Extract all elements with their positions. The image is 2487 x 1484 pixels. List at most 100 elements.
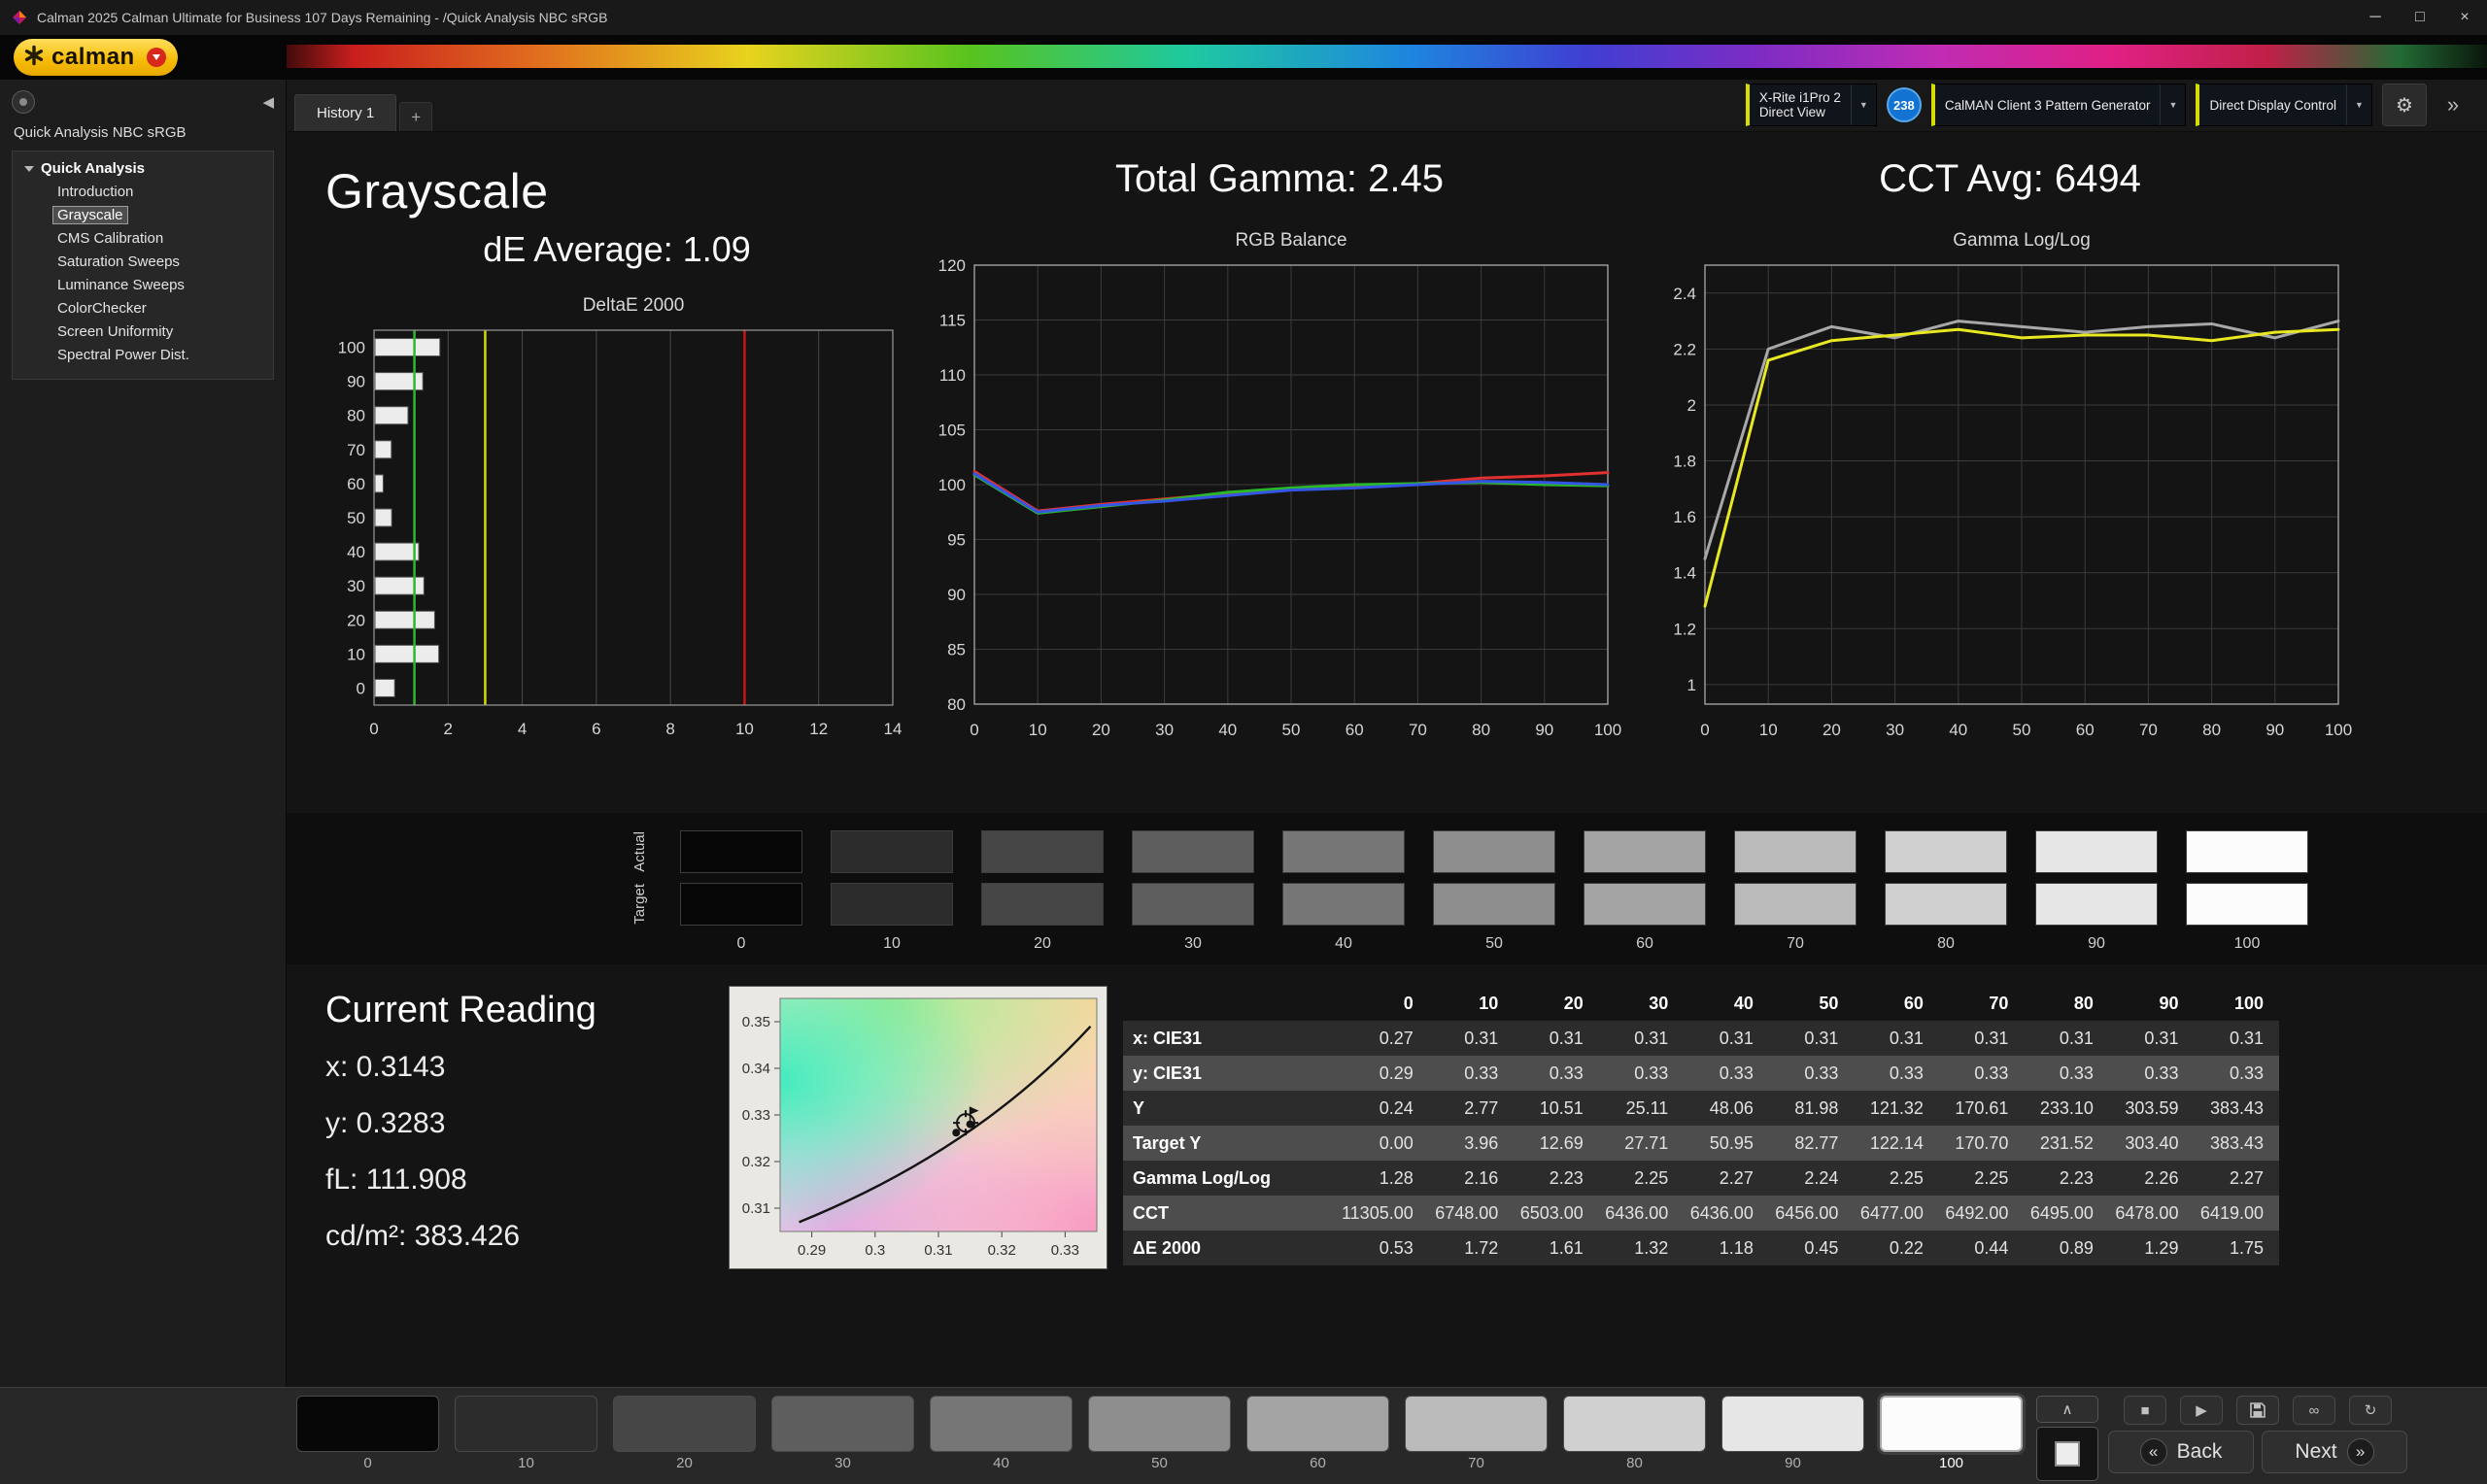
sidebar-item-luminance-sweeps[interactable]: Luminance Sweeps [17,274,269,297]
actual-swatch-10 [831,830,953,873]
chevron-down-icon[interactable]: ▼ [1851,84,1876,125]
swatch-level-label: 60 [1584,935,1706,953]
actual-swatch-50 [1433,830,1555,873]
table-value-cell: 6495.00 [2024,1196,2109,1231]
continuous-measure-button[interactable]: ∞ [2293,1396,2335,1425]
axis-tick-label: 60 [347,475,365,493]
target-swatch-40 [1282,883,1405,926]
reading-row: Current Reading x: 0.3143 y: 0.3283 fL: … [287,978,2487,1276]
pattern-patch-swatch [930,1396,1073,1452]
pattern-patch-20[interactable]: 20 [613,1396,756,1471]
swatch-level-label: 20 [981,935,1104,953]
play-button[interactable]: ▶ [2180,1396,2223,1425]
table-value-cell: 3.96 [1429,1126,1515,1161]
table-value-cell: 25.11 [1599,1091,1685,1126]
target-swatch-50 [1433,883,1555,926]
axis-tick-label: 1 [1687,676,1696,694]
table-value-cell: 303.40 [2109,1126,2195,1161]
logo-dropdown-icon[interactable] [147,48,166,67]
pattern-patch-0[interactable]: 0 [296,1396,439,1471]
sidebar-item-spectral-power-dist-[interactable]: Spectral Power Dist. [17,344,269,367]
minimize-button[interactable]: ─ [2353,0,2398,35]
settings-gear-button[interactable]: ⚙ [2382,84,2427,126]
table-value-cell: 10.51 [1514,1091,1599,1126]
back-button[interactable]: « Back [2108,1431,2254,1473]
pattern-patch-40[interactable]: 40 [930,1396,1073,1471]
add-tab-button[interactable]: + [399,102,432,131]
pattern-patch-50[interactable]: 50 [1088,1396,1231,1471]
display-control-name: Direct Display Control [2209,98,2336,113]
axis-tick-label: 0.35 [742,1014,770,1030]
axis-tick-label: 20 [1092,721,1110,739]
axis-tick-label: 2 [444,720,453,738]
table-value-cell: 1.72 [1429,1231,1515,1265]
target-swatch-60 [1584,883,1706,926]
tree-root-quick-analysis[interactable]: Quick Analysis [17,158,269,181]
pattern-patch-60[interactable]: 60 [1246,1396,1389,1471]
sidebar-item-colorchecker[interactable]: ColorChecker [17,297,269,320]
rgb-balance-chart-title: RGB Balance [974,230,1608,252]
table-col-header: 60 [1854,986,1939,1021]
maximize-button[interactable]: □ [2398,0,2442,35]
sidebar-item-saturation-sweeps[interactable]: Saturation Sweeps [17,251,269,274]
table-value-cell: 6478.00 [2109,1196,2195,1231]
save-button[interactable] [2236,1396,2279,1425]
calman-menu-button[interactable]: calman [14,39,178,76]
close-button[interactable]: × [2442,0,2487,35]
table-value-cell: 6748.00 [1429,1196,1515,1231]
table-value-cell: 1.75 [2194,1231,2279,1265]
axis-tick-label: 30 [347,577,365,595]
pattern-patch-70[interactable]: 70 [1405,1396,1548,1471]
pattern-window-button[interactable] [2036,1427,2098,1481]
sidebar-item-introduction[interactable]: Introduction [17,181,269,204]
actual-swatch-90 [2035,830,2158,873]
chevron-down-icon[interactable]: ▼ [2346,84,2371,125]
display-control-dropdown[interactable]: Direct Display Control ▼ [2196,84,2372,126]
table-value-cell: 1.61 [1514,1231,1599,1265]
chevron-down-icon[interactable]: ▼ [2160,84,2185,125]
panel-expand-icon[interactable]: » [2436,84,2470,126]
pattern-patch-swatch [1721,1396,1864,1452]
table-col-header: 30 [1599,986,1685,1021]
target-swatch-80 [1885,883,2007,926]
table-row-label: x: CIE31 [1123,1021,1342,1056]
record-session-icon[interactable] [12,90,35,114]
next-button[interactable]: Next » [2262,1431,2407,1473]
table-value-cell: 6419.00 [2194,1196,2279,1231]
meter-dropdown[interactable]: X-Rite i1Pro 2 Direct View ▼ [1746,84,1877,126]
axis-tick-label: 40 [1218,721,1237,739]
sidebar-item-screen-uniformity[interactable]: Screen Uniformity [17,320,269,344]
table-value-cell: 0.31 [2194,1021,2279,1056]
swatch-level-label: 40 [1282,935,1405,953]
sidebar-item-grayscale[interactable]: Grayscale [17,204,269,227]
target-swatch-30 [1132,883,1254,926]
sidebar-item-cms-calibration[interactable]: CMS Calibration [17,227,269,251]
pattern-patch-100[interactable]: 100 [1880,1396,2023,1471]
reading-y: y: 0.3283 [325,1107,729,1140]
sidebar-collapse-icon[interactable]: ◀ [262,93,274,111]
pattern-patch-80[interactable]: 80 [1563,1396,1706,1471]
table-value-cell: 48.06 [1684,1091,1769,1126]
measurement-count-badge: 238 [1887,87,1922,122]
rgb-balance-line-chart: 0102030405060708090100120115110105100959… [920,252,1629,757]
pattern-patch-10[interactable]: 10 [455,1396,597,1471]
axis-tick-label: 60 [2076,721,2095,739]
table-value-cell: 0.31 [1684,1021,1769,1056]
table-value-cell: 0.33 [1769,1056,1855,1091]
refresh-button[interactable]: ↻ [2349,1396,2392,1425]
stop-button[interactable]: ■ [2124,1396,2166,1425]
axis-tick-label: 90 [947,586,966,604]
back-label: Back [2177,1440,2223,1464]
pattern-patch-90[interactable]: 90 [1721,1396,1864,1471]
pattern-patch-30[interactable]: 30 [771,1396,914,1471]
panel-up-button[interactable]: ∧ [2036,1396,2098,1423]
target-swatch-10 [831,883,953,926]
pattern-patch-label: 0 [296,1455,439,1471]
titlebar: Calman 2025 Calman Ultimate for Business… [0,0,2487,35]
table-row-label: y: CIE31 [1123,1056,1342,1091]
pattern-generator-dropdown[interactable]: CalMAN Client 3 Pattern Generator ▼ [1931,84,2187,126]
tree-expander-icon[interactable] [24,166,34,172]
table-value-cell: 6436.00 [1684,1196,1769,1231]
tab-history-1[interactable]: History 1 [294,94,396,131]
table-value-cell: 2.25 [1599,1161,1685,1196]
